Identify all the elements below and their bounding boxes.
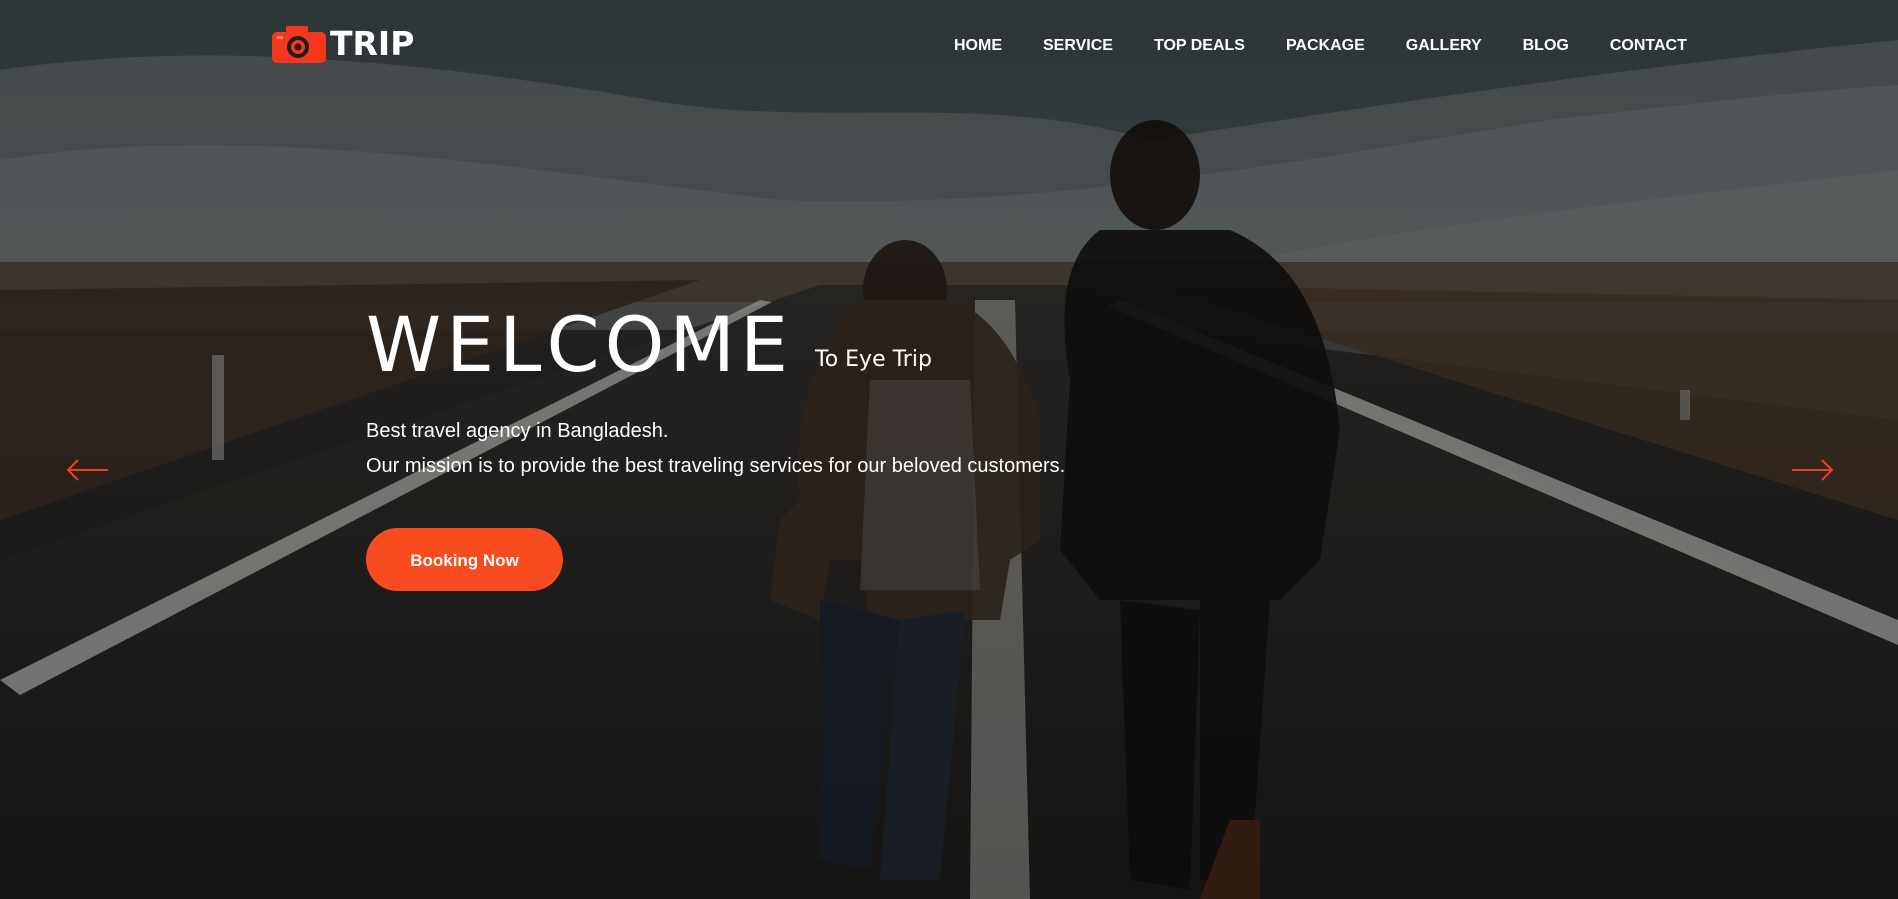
brand-name: TRIP [330, 24, 415, 63]
nav-item-service[interactable]: SERVICE [1043, 34, 1113, 58]
hero-title-row: WELCOME To Eye Trip [366, 296, 1266, 386]
site-logo[interactable]: TRIP [272, 24, 414, 64]
nav-item-gallery[interactable]: GALLERY [1406, 34, 1482, 58]
hero-description: Best travel agency in Bangladesh. Our mi… [366, 414, 1266, 484]
hero-subtitle: To Eye Trip [815, 347, 932, 372]
site-header: TRIP HOME SERVICE TOP DEALS PACKAGE GALL… [0, 0, 1898, 92]
hero-description-line-2: Our mission is to provide the best trave… [366, 455, 1066, 477]
hero-content: WELCOME To Eye Trip Best travel agency i… [366, 296, 1266, 591]
nav-item-contact[interactable]: CONTACT [1610, 34, 1687, 58]
nav-item-top-deals[interactable]: TOP DEALS [1154, 34, 1245, 58]
nav-item-blog[interactable]: BLOG [1523, 34, 1569, 58]
hero-title: WELCOME [366, 300, 793, 389]
hero-description-line-1: Best travel agency in Bangladesh. [366, 420, 669, 442]
booking-now-button[interactable]: Booking Now [366, 528, 563, 591]
slider-next-arrow-icon[interactable] [1790, 455, 1834, 485]
nav-item-package[interactable]: PACKAGE [1286, 34, 1365, 58]
nav-item-home[interactable]: HOME [954, 34, 1002, 58]
hero-section: TRIP HOME SERVICE TOP DEALS PACKAGE GALL… [0, 0, 1898, 899]
camera-icon [272, 26, 326, 63]
slider-prev-arrow-icon[interactable] [66, 455, 110, 485]
main-nav: HOME SERVICE TOP DEALS PACKAGE GALLERY B… [954, 34, 1687, 58]
